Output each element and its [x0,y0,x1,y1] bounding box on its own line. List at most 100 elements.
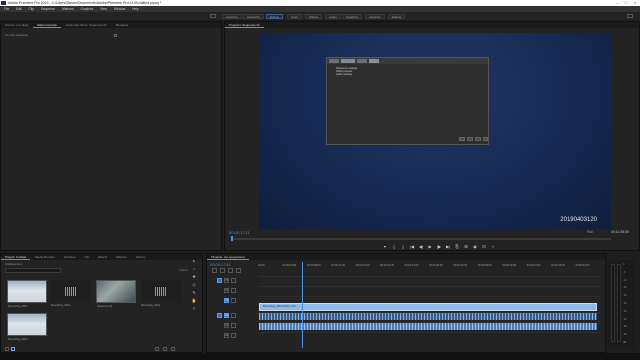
mute-icon[interactable] [231,313,236,318]
lift-icon[interactable]: ⎘ [454,244,460,250]
tab-program[interactable]: Program: Sequence 01 [225,23,264,28]
workspace-editing-2[interactable]: Editing [388,13,406,19]
tab-audio-clip-mixer[interactable]: Audio Clip Mixer: Sequence 01 [62,23,111,27]
timeline-ruler[interactable]: 00;00 00;00;04;00 00;00;08;00 00;00;12;00 00… [258,264,600,272]
timeline-settings-icon[interactable] [236,268,241,273]
workspace-graphics[interactable]: Graphics [342,13,363,19]
tab-metadata[interactable]: Metadata [112,23,133,27]
timeline-audio-clip-a1[interactable] [259,313,597,320]
program-playhead[interactable] [231,236,233,241]
mute-icon[interactable] [231,323,236,328]
razor-tool-icon[interactable]: ◇ [191,282,197,288]
menu-markers[interactable]: Markers [62,7,74,11]
go-to-out-icon[interactable]: ▶| [445,244,451,250]
step-forward-icon[interactable]: |▶ [436,244,442,250]
snap-icon[interactable] [212,268,217,273]
project-item-video-1[interactable]: Recording_2019... [7,280,47,308]
track-v2-label[interactable]: V2 [224,288,229,293]
lock-icon[interactable] [231,288,236,293]
search-icon[interactable] [627,14,633,18]
menu-graphics[interactable]: Graphics [80,7,93,11]
eye-icon[interactable] [231,298,236,303]
linked-selection-icon[interactable] [220,268,225,273]
menu-clip[interactable]: Clip [28,7,34,11]
panel-menu-icon[interactable] [114,34,117,37]
pen-tool-icon[interactable]: ✎ [191,290,197,296]
source-patch-v1[interactable] [217,278,222,283]
program-timecode[interactable]: 00;00;17;11 [229,230,250,235]
track-v3-label[interactable]: V3 [224,278,229,283]
new-bin-icon[interactable] [155,347,159,351]
add-marker-icon[interactable]: ▾ [382,244,388,250]
home-icon[interactable] [210,14,216,18]
program-scrub-bar[interactable] [231,238,611,240]
transport-controls: ▾{} |◀ ◀| ▶ |▶ ▶| ⎘ ⊞ ◉ ⊡ + [382,244,499,250]
workspace-editing[interactable]: Editing [266,13,284,19]
trash-icon[interactable] [171,347,175,351]
tab-effects[interactable]: Effects [94,255,111,259]
extract-icon[interactable]: ⊞ [463,244,469,250]
track-v2[interactable] [258,286,600,295]
mark-out-icon[interactable]: } [400,244,406,250]
timeline-playhead[interactable] [302,262,303,348]
track-a2-label[interactable]: A2 [224,323,229,328]
menu-edit[interactable]: Edit [16,7,22,11]
fit-select[interactable]: Full [587,230,592,234]
track-a3-label[interactable]: A3 [224,333,229,338]
mark-in-icon[interactable]: { [391,244,397,250]
workspace-effects[interactable]: Effects [305,13,323,19]
project-item-audio-2[interactable]: Recording_2019... [141,280,181,307]
tab-effect-controls[interactable]: Effect Controls [33,23,61,28]
type-tool-icon[interactable]: T [191,306,197,312]
compare-icon[interactable]: ⊡ [481,244,487,250]
menu-window[interactable]: Window [114,7,125,11]
add-marker-icon[interactable] [228,268,233,273]
timeline-timecode[interactable]: 00;00;17;11 [210,262,231,267]
list-view-icon[interactable] [5,347,9,351]
timeline-audio-clip-a2[interactable] [259,323,597,330]
tab-markers[interactable]: Markers [112,255,131,259]
workspace-learning[interactable]: Learning [222,13,242,19]
tab-media-browser[interactable]: Media Browser [31,255,59,259]
button-editor-icon[interactable]: + [490,244,496,250]
step-back-icon[interactable]: ◀| [418,244,424,250]
tab-info[interactable]: Info [80,255,93,259]
tab-libraries[interactable]: Libraries [60,255,80,259]
workspace-audio[interactable]: Audio [325,13,341,19]
go-to-in-icon[interactable]: |◀ [409,244,415,250]
tab-timeline[interactable]: Timeline: (no sequences) [207,255,249,260]
lock-icon[interactable] [231,278,236,283]
mute-icon[interactable] [231,333,236,338]
timeline-video-clip[interactable]: Recording_2019-04-03_120... [259,303,597,311]
menu-help[interactable]: Help [132,7,139,11]
program-video-frame[interactable]: Sequence settings Video preview Audio se… [259,33,611,229]
track-a3[interactable] [258,332,600,344]
new-item-icon[interactable] [163,347,167,351]
recorded-dialog-text: Sequence settings Video preview Audio se… [336,67,358,76]
ripple-edit-tool-icon[interactable]: ✥ [191,274,197,280]
project-bottom-toolbar [5,347,200,352]
source-patch-a1[interactable] [217,313,222,318]
track-a1-label[interactable]: A1 [224,313,229,318]
tab-source[interactable]: Source: (no clips) [1,23,32,27]
workspace-color[interactable]: Color [287,13,303,19]
project-item-audio-1[interactable]: Recording_2019... [51,280,91,307]
hand-tool-icon[interactable]: ✋ [191,298,197,304]
project-search-input[interactable] [5,268,61,273]
icon-view-icon[interactable] [11,347,15,351]
workspace-libraries[interactable]: Libraries [365,13,385,19]
track-v1-label[interactable]: V1 [224,298,229,303]
selection-tool-icon[interactable]: ▸ [191,258,197,264]
menu-sequence[interactable]: Sequence [41,7,55,11]
play-icon[interactable]: ▶ [427,244,433,250]
project-item-video-2[interactable]: Recording_2019... [7,313,47,341]
track-v3[interactable] [258,276,600,285]
menu-view[interactable]: View [100,7,107,11]
tab-project[interactable]: Project: Untitled [1,255,31,260]
export-frame-icon[interactable]: ◉ [472,244,478,250]
track-select-tool-icon[interactable]: ⇔ [191,266,197,272]
project-item-sequence[interactable]: Sequence 01 [96,280,136,308]
tab-history[interactable]: History [132,255,149,259]
workspace-assembly[interactable]: Assembly [243,13,265,19]
menu-file[interactable]: File [4,7,9,11]
